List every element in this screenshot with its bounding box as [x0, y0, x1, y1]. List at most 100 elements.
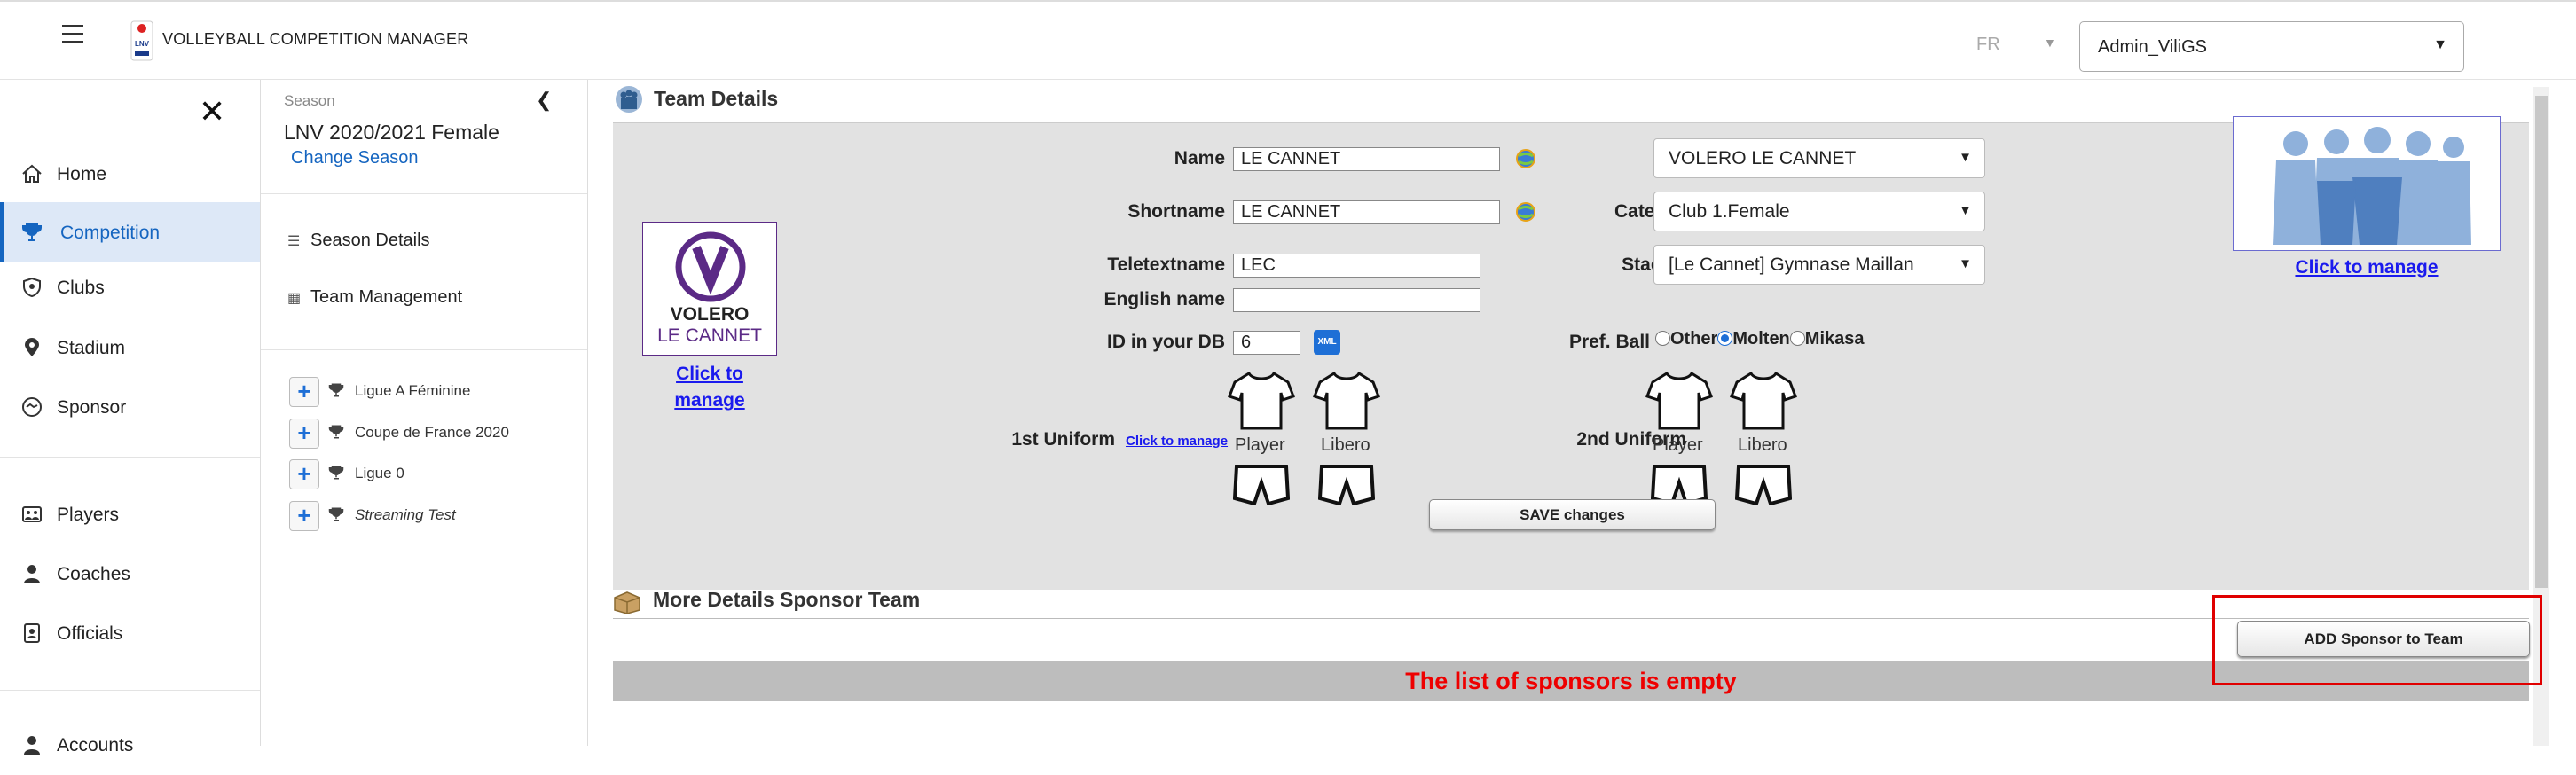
expand-button[interactable]: + — [289, 459, 319, 489]
ball-radio-molten[interactable] — [1717, 331, 1733, 346]
logo-text: VOLERO — [670, 304, 750, 325]
sidebar-item-players[interactable]: Players — [0, 484, 260, 544]
team-logo[interactable]: VOLERO LE CANNET — [642, 222, 777, 356]
globe-icon[interactable] — [1515, 148, 1536, 169]
teletextname-field[interactable] — [1233, 254, 1480, 278]
accounts-icon — [24, 736, 40, 755]
table-icon: ▦ — [287, 291, 302, 306]
expand-button[interactable]: + — [289, 377, 319, 407]
lnv-logo: LNV — [130, 20, 154, 62]
trophy-icon — [328, 425, 344, 439]
club-value: VOLERO LE CANNET — [1669, 148, 1857, 168]
scrollbar-thumb[interactable] — [2535, 96, 2548, 588]
sidebar-item-label: Clubs — [57, 278, 105, 298]
ball-option-label: Mikasa — [1804, 329, 1865, 348]
pref-ball-label: Pref. Ball — [1568, 332, 1650, 352]
teletextname-label: Teletextname — [1107, 254, 1225, 275]
libero-shorts-icon[interactable] — [1318, 463, 1375, 505]
competition-label[interactable]: Coupe de France 2020 — [355, 424, 509, 442]
chevron-left-icon[interactable]: ❮ — [536, 89, 552, 112]
divider — [0, 457, 260, 458]
player-shorts-icon[interactable] — [1233, 463, 1290, 505]
trophy-icon — [22, 223, 42, 241]
name-label: Name — [1174, 148, 1225, 168]
xml-export-button[interactable]: XML — [1314, 330, 1340, 355]
home-icon — [22, 164, 42, 183]
divider — [261, 349, 587, 350]
box-icon — [614, 591, 640, 614]
sidebar-item-competition[interactable]: Competition — [0, 202, 260, 262]
divider — [0, 690, 260, 691]
team-photo[interactable] — [2233, 116, 2501, 251]
sidebar-item-label: Competition — [60, 223, 161, 243]
ball-radio-other[interactable] — [1655, 331, 1670, 346]
close-icon[interactable]: ✕ — [199, 96, 225, 128]
shortname-field[interactable] — [1233, 200, 1500, 224]
season-panel: Season ❮ LNV 2020/2021 Female Change Sea… — [261, 80, 588, 746]
volero-logo-mark — [675, 231, 746, 302]
sidebar-item-home[interactable]: Home — [0, 144, 260, 204]
save-button[interactable]: SAVE changes — [1429, 499, 1716, 530]
first-uniform-label: 1st Uniform — [1011, 429, 1115, 450]
shield-icon — [23, 277, 41, 298]
hamburger-icon[interactable] — [62, 23, 90, 48]
stadium-select[interactable]: [Le Cannet] Gymnase Maillan ▼ — [1653, 245, 1985, 285]
category-select[interactable]: Club 1.Female ▼ — [1653, 192, 1985, 231]
id-db-label: ID in your DB — [1106, 332, 1225, 352]
id-db-field[interactable] — [1233, 331, 1300, 355]
section-title: More Details Sponsor Team — [653, 588, 921, 611]
player-shirt-icon[interactable] — [1228, 370, 1295, 432]
sidebar-item-label: Home — [57, 164, 107, 184]
libero-shorts-icon[interactable] — [1735, 463, 1792, 505]
sidebar-item-officials[interactable]: Officials — [0, 603, 260, 663]
ball-options: Other Molten Mikasa — [1655, 329, 1865, 349]
change-season-link[interactable]: Change Season — [291, 148, 418, 168]
photo-manage-link[interactable]: Click to manage — [2233, 257, 2501, 278]
ball-option-label: Other — [1670, 329, 1718, 348]
divider — [261, 193, 587, 194]
chevron-down-icon[interactable]: ▼ — [2044, 35, 2056, 50]
handshake-icon — [22, 397, 42, 417]
sidebar-item-clubs[interactable]: Clubs — [0, 257, 260, 317]
name-field[interactable] — [1233, 147, 1500, 171]
user-select[interactable]: Admin_ViliGS ▼ — [2079, 21, 2464, 72]
chevron-down-icon: ▼ — [2433, 37, 2447, 52]
sidebar-item-label: Sponsor — [57, 397, 127, 418]
sidebar-item-coaches[interactable]: Coaches — [0, 544, 260, 604]
sidebar-item-label: Stadium — [57, 338, 126, 358]
ball-radio-mikasa[interactable] — [1789, 331, 1805, 346]
logo-manage-link[interactable]: Click to manage — [657, 361, 762, 414]
libero-shirt-icon[interactable] — [1313, 370, 1380, 432]
team-details-panel: VOLERO LE CANNET Click to manage Name Sh… — [613, 116, 2529, 590]
trophy-icon — [328, 383, 344, 397]
season-details-link[interactable]: ☰ Season Details — [287, 231, 430, 251]
app-title: VOLLEYBALL COMPETITION MANAGER — [162, 30, 469, 48]
player-label: Player — [1235, 435, 1285, 455]
english-name-label: English name — [1103, 289, 1225, 309]
ball-option-label: Molten — [1732, 329, 1790, 348]
competition-label[interactable]: Streaming Test — [355, 506, 456, 524]
sidebar-item-label: Accounts — [57, 735, 134, 755]
uniform-manage-link[interactable]: Click to manage — [1126, 434, 1228, 449]
libero-label: Libero — [1738, 435, 1787, 455]
club-select[interactable]: VOLERO LE CANNET ▼ — [1653, 138, 1985, 178]
sidebar-item-sponsor[interactable]: Sponsor — [0, 377, 260, 437]
badge-icon — [24, 623, 40, 643]
sidebar-item-label: Officials — [57, 623, 123, 644]
libero-shirt-icon[interactable] — [1730, 370, 1797, 432]
english-name-field[interactable] — [1233, 288, 1480, 312]
highlight-box — [2212, 595, 2542, 685]
expand-button[interactable]: + — [289, 419, 319, 449]
coach-icon — [24, 565, 40, 583]
sidebar-item-stadium[interactable]: Stadium — [0, 317, 260, 378]
sidebar: ✕ Home Competition Clubs Stadium Sponsor… — [0, 80, 261, 755]
competition-label[interactable]: Ligue A Féminine — [355, 382, 470, 400]
sidebar-item-accounts[interactable]: Accounts — [0, 715, 260, 775]
expand-button[interactable]: + — [289, 501, 319, 531]
team-management-link[interactable]: ▦ Team Management — [287, 287, 462, 308]
player-label: Player — [1653, 435, 1703, 455]
language-selector[interactable]: FR — [1976, 35, 2000, 55]
category-value: Club 1.Female — [1669, 201, 1790, 222]
player-shirt-icon[interactable] — [1645, 370, 1713, 432]
competition-label[interactable]: Ligue 0 — [355, 465, 404, 482]
